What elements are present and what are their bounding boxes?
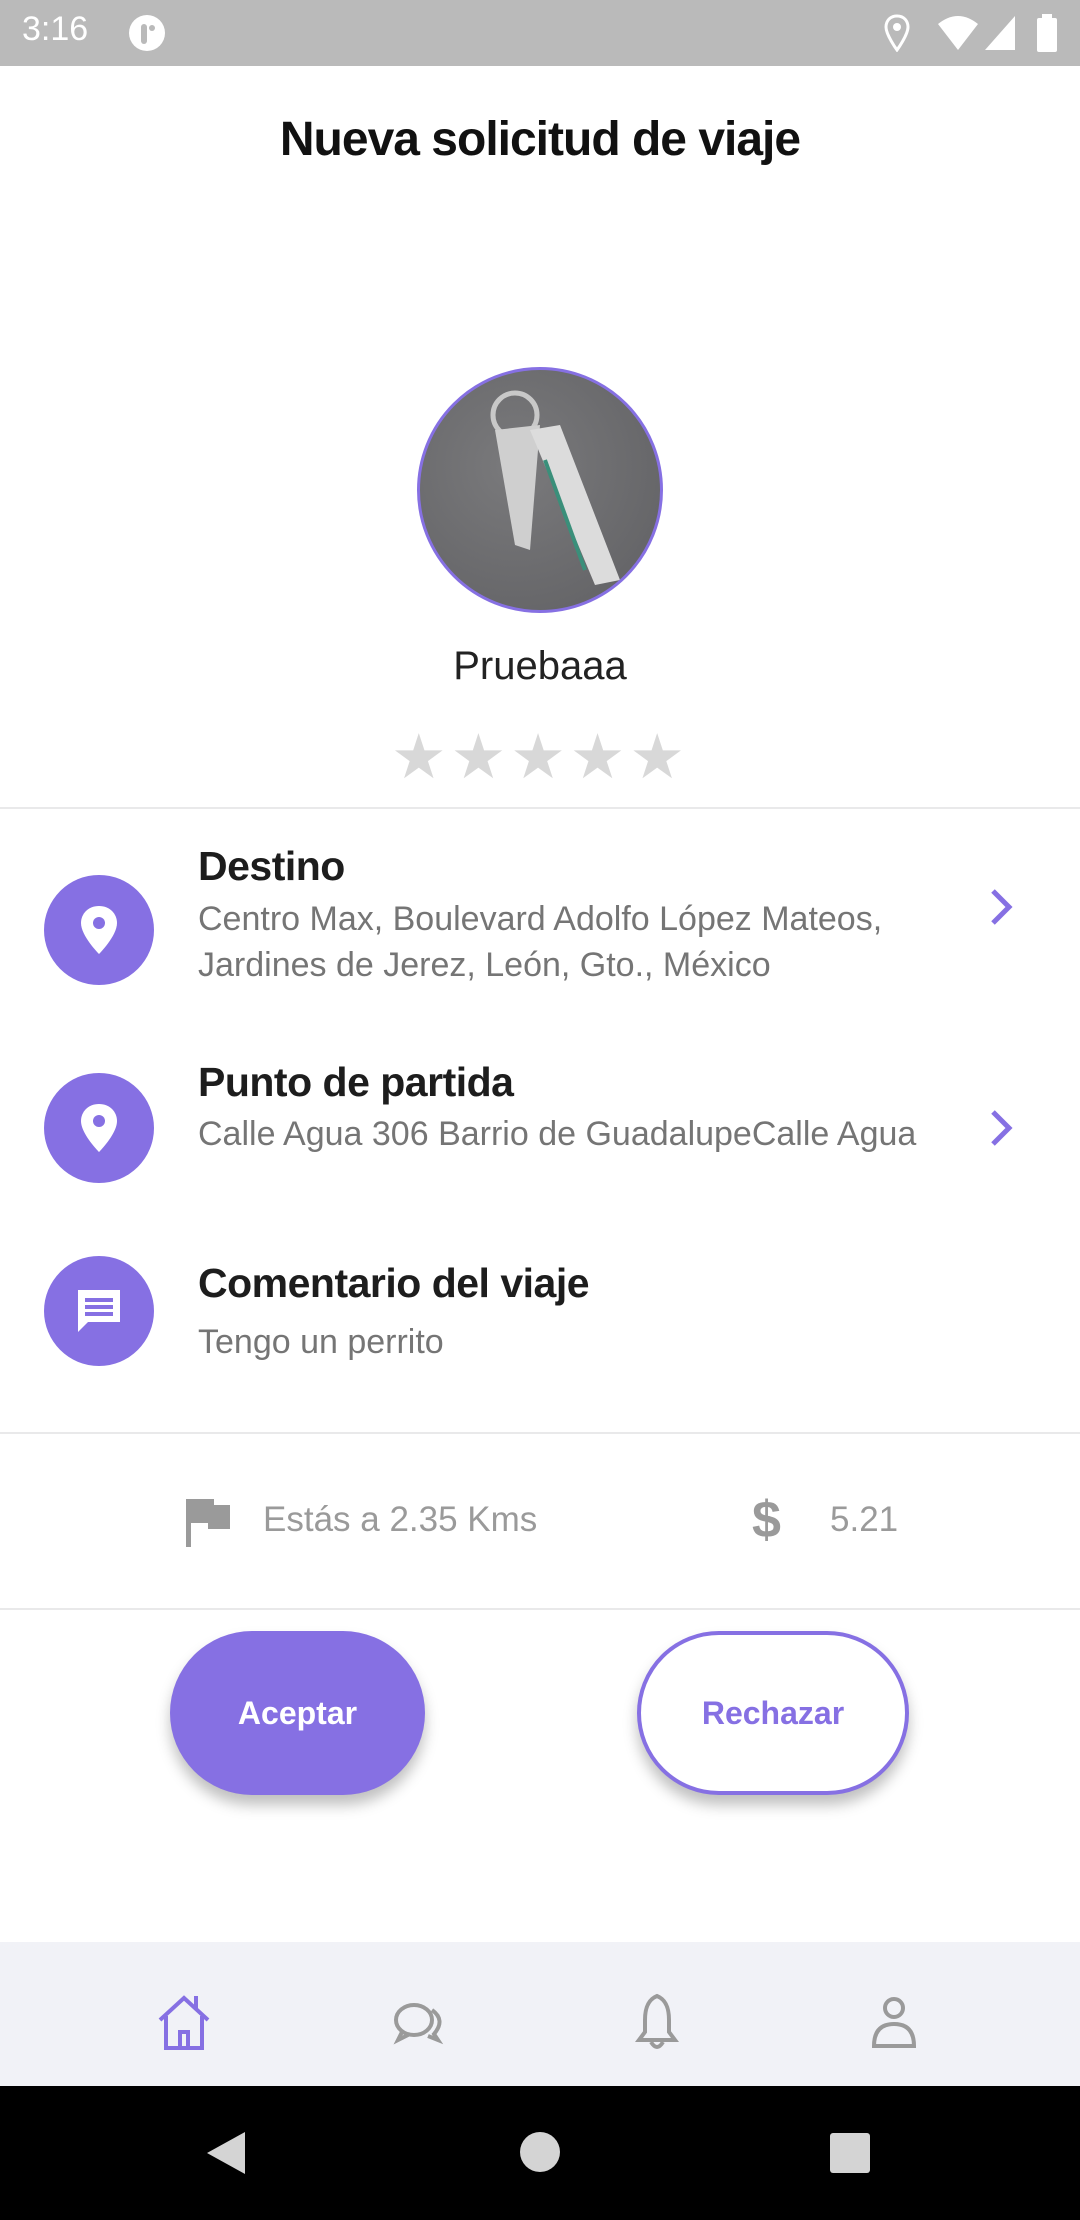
location-pin-icon (44, 1073, 154, 1183)
location-pin-icon (44, 875, 154, 985)
flag-icon (186, 1499, 230, 1547)
status-time: 3:16 (22, 10, 89, 48)
location-status-icon (884, 14, 910, 52)
status-bar: 3:16 (0, 0, 1080, 66)
star-icon: ★ (629, 723, 689, 792)
avatar[interactable] (417, 367, 663, 613)
system-navigation-bar (0, 2086, 1080, 2220)
star-icon: ★ (391, 723, 451, 792)
comment-title: Comentario del viaje (198, 1260, 590, 1306)
rating-stars: ★★★★★ (0, 720, 1080, 793)
home-icon[interactable] (152, 1990, 216, 2054)
star-icon: ★ (569, 723, 630, 792)
comment-text: Tengo un perrito (198, 1323, 444, 1361)
comment-icon (44, 1256, 154, 1366)
back-icon[interactable] (203, 2130, 247, 2176)
passenger-name: Pruebaaa (453, 644, 627, 688)
reject-button[interactable]: Rechazar (637, 1631, 909, 1795)
bell-icon[interactable] (625, 1990, 689, 2054)
profile-icon[interactable] (862, 1990, 926, 2054)
star-icon: ★ (510, 723, 570, 792)
recents-icon[interactable] (829, 2132, 871, 2174)
home-button-icon[interactable] (519, 2131, 561, 2173)
price-text: 5.21 (830, 1500, 899, 1539)
chevron-right-icon[interactable] (985, 1108, 1019, 1148)
star-icon: ★ (450, 723, 511, 792)
pickup-address: Calle Agua 306 Barrio de GuadalupeCalle … (198, 1115, 917, 1153)
pickup-title: Punto de partida (198, 1059, 514, 1105)
signal-icon (985, 16, 1015, 50)
chat-icon[interactable] (388, 1990, 452, 2054)
destination-address: Centro Max, Boulevard Adolfo López Mateo… (198, 900, 883, 984)
distance-text: Estás a 2.35 Kms (263, 1500, 538, 1539)
destination-title: Destino (198, 843, 345, 889)
chevron-right-icon[interactable] (985, 887, 1019, 927)
accept-button[interactable]: Aceptar (170, 1631, 425, 1795)
divider (0, 807, 1080, 809)
page-title: Nueva solicitud de viaje (279, 113, 801, 166)
divider (0, 1432, 1080, 1434)
keys-photo (490, 390, 620, 585)
app-notification-icon (129, 15, 165, 51)
wifi-icon (938, 16, 978, 50)
divider (0, 1608, 1080, 1610)
dollar-icon: $ (752, 1491, 781, 1549)
battery-icon (1037, 14, 1057, 52)
